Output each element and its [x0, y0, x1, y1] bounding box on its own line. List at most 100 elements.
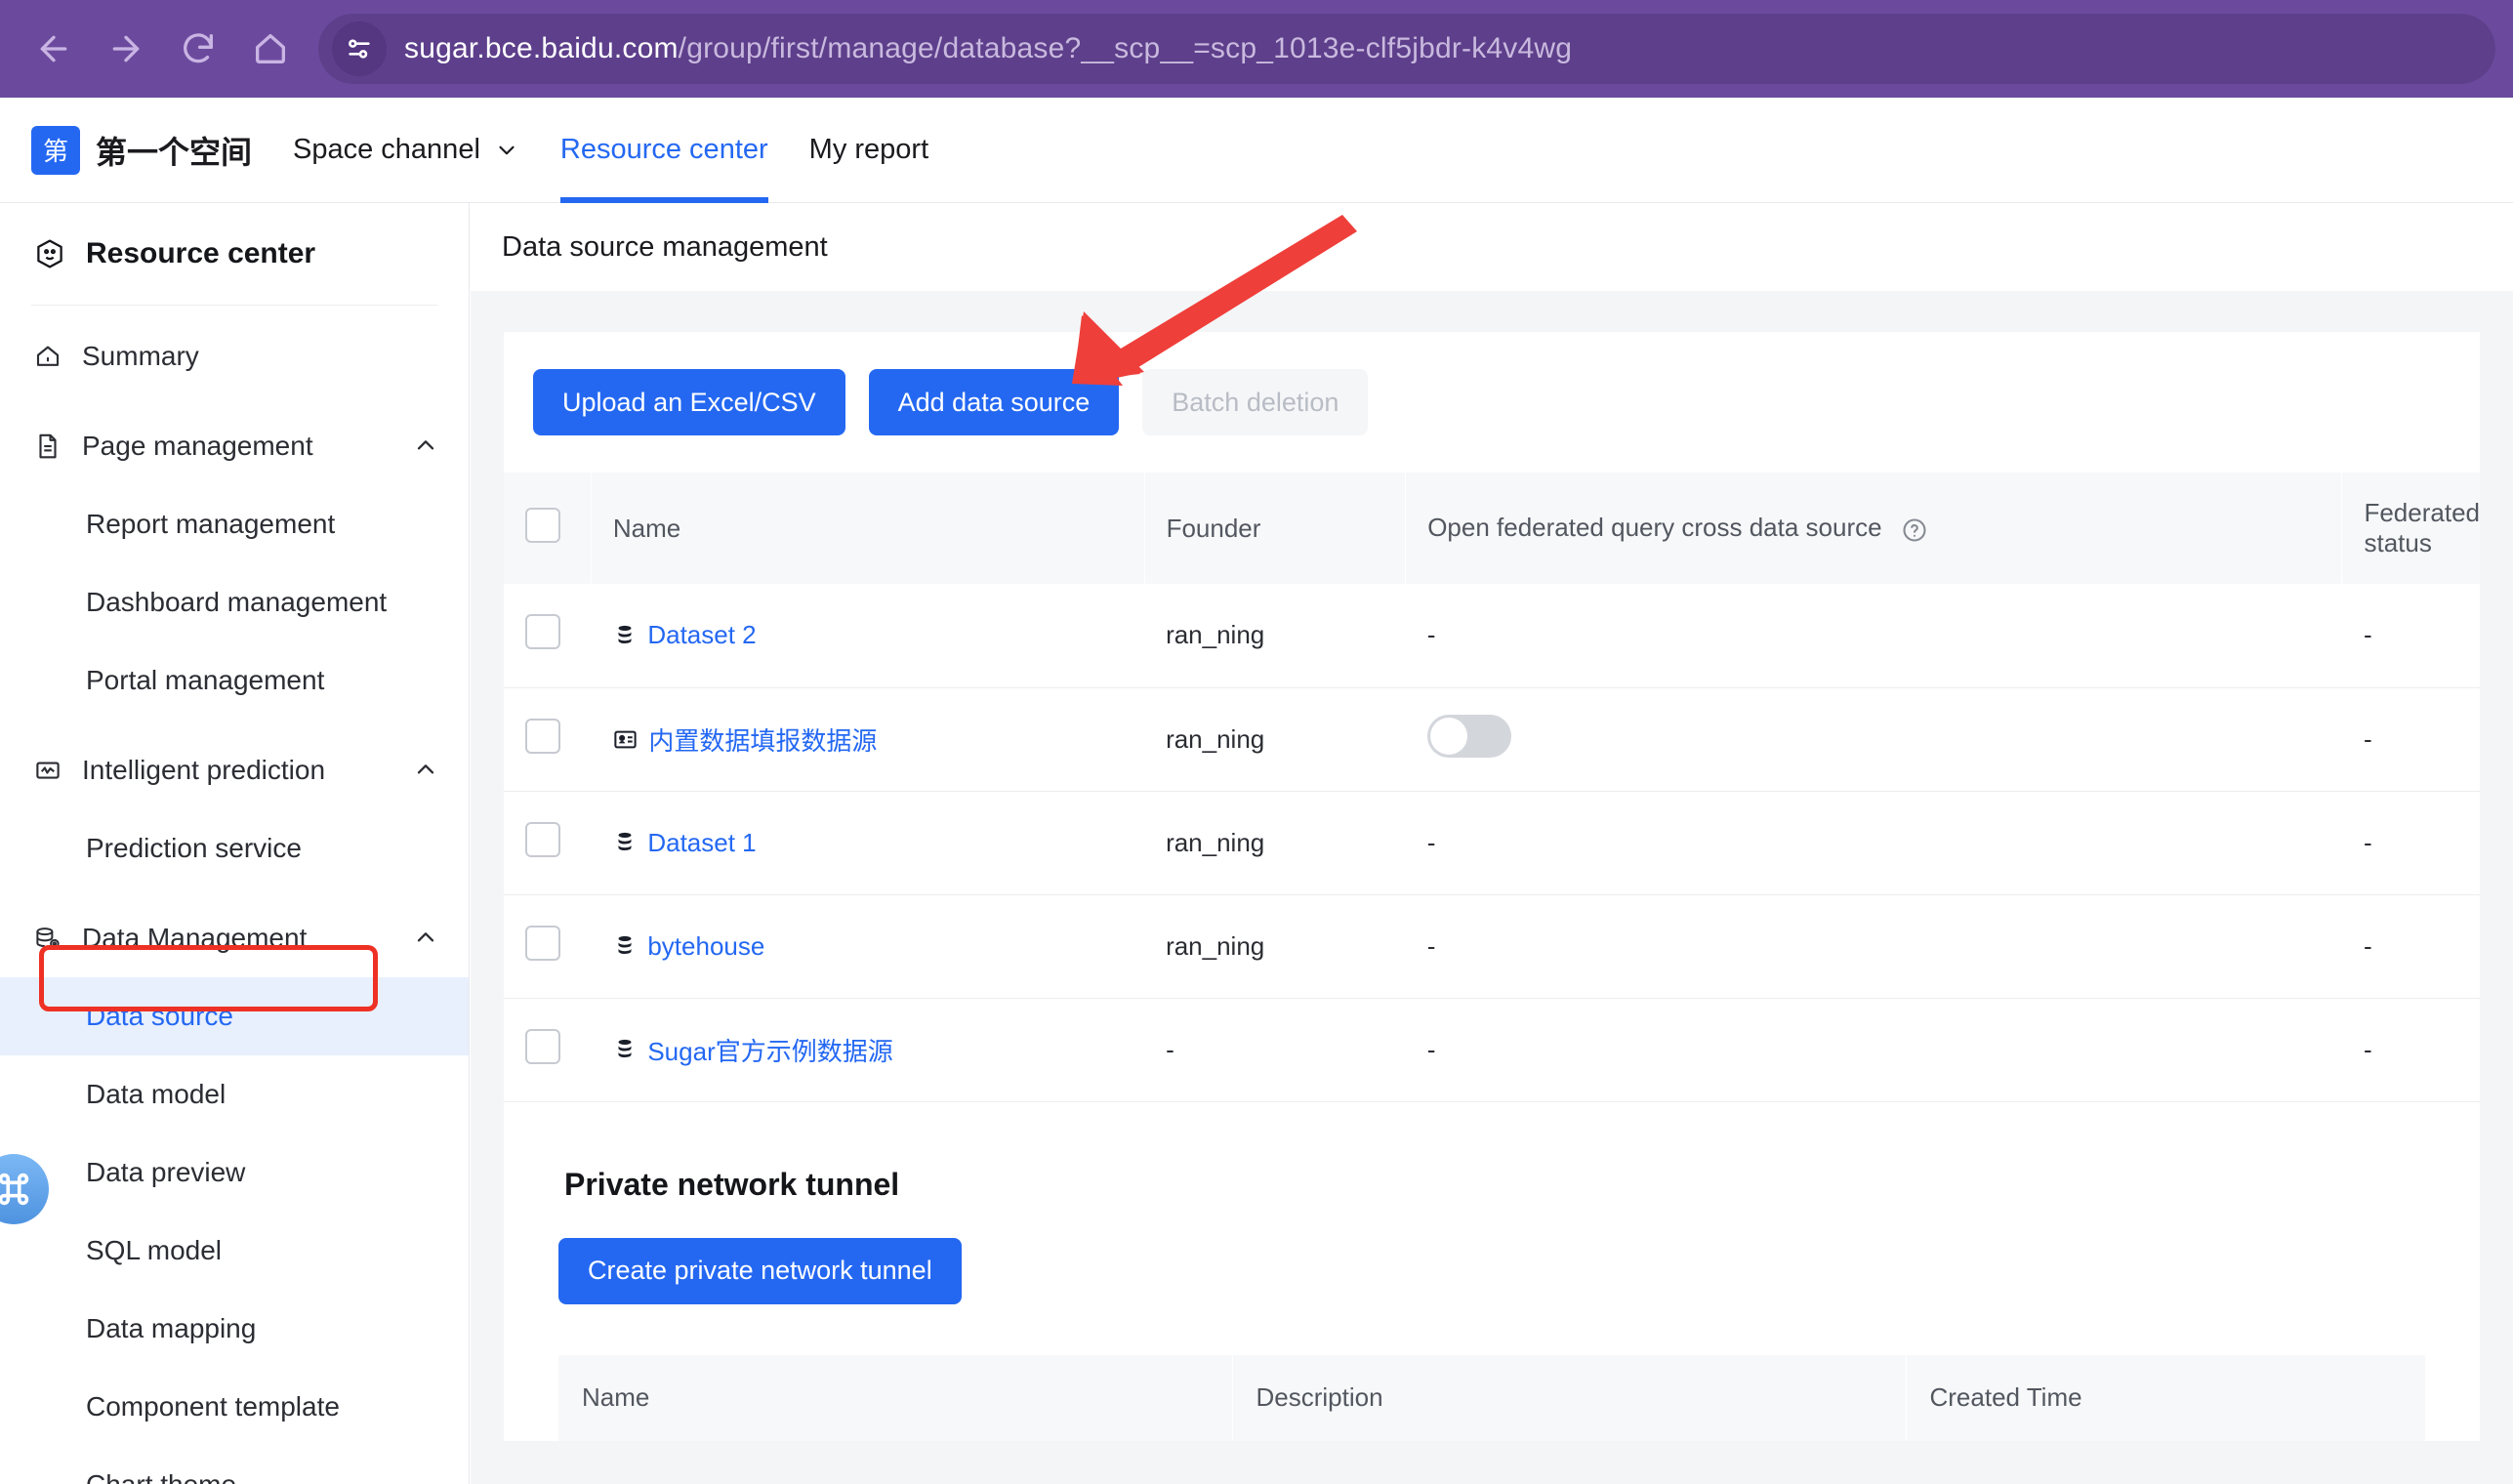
row-checkbox[interactable]: [525, 718, 560, 754]
table-row[interactable]: bytehouse ran_ning - -: [504, 894, 2480, 999]
row-federated-query-cell: -: [1405, 894, 2342, 999]
tunnel-column-header-description: Description: [1232, 1354, 1907, 1441]
prediction-icon: [33, 756, 74, 785]
reload-icon: [179, 29, 218, 68]
row-federated-query-cell: -: [1405, 998, 2342, 1102]
column-header-federated-query: Open federated query cross data source: [1405, 473, 2343, 584]
select-all-header: [504, 473, 592, 584]
tunnel-column-header-created-time: Created Time: [1906, 1354, 2425, 1441]
database-icon: [612, 829, 638, 856]
space-channel-label: Space channel: [293, 134, 480, 165]
row-checkbox[interactable]: [525, 821, 560, 857]
create-private-network-tunnel-button[interactable]: Create private network tunnel: [558, 1237, 962, 1304]
row-founder-cell: ran_ning: [1144, 791, 1406, 895]
sidebar-item-data-model[interactable]: Data model: [0, 1055, 469, 1134]
column-header-name: Name: [591, 473, 1145, 584]
sidebar-item-label: SQL model: [86, 1235, 223, 1265]
upload-excel-csv-button[interactable]: Upload an Excel/CSV: [533, 369, 845, 435]
resource-center-icon: [33, 237, 66, 270]
reload-button[interactable]: [162, 13, 234, 85]
sidebar-item-summary[interactable]: Summary: [0, 317, 469, 395]
chevron-up-icon[interactable]: [412, 925, 439, 952]
row-name-cell: 内置数据填报数据源: [591, 687, 1145, 792]
database-icon: [612, 1036, 638, 1063]
tab-my-report[interactable]: My report: [809, 98, 928, 203]
row-federated-query-cell: -: [1405, 791, 2342, 895]
sidebar-item-sql-model[interactable]: SQL model: [0, 1212, 469, 1290]
select-all-checkbox[interactable]: [525, 507, 560, 543]
sidebar-item-dashboard-management[interactable]: Dashboard management: [0, 563, 469, 641]
table-header-row: Name Founder Open federated query cross …: [504, 473, 2480, 584]
add-data-source-button[interactable]: Add data source: [868, 369, 1120, 435]
sidebar-item-page-management[interactable]: Page management: [0, 407, 469, 485]
database-icon: [612, 622, 638, 649]
tab-resource-center[interactable]: Resource center: [559, 98, 768, 203]
sidebar-item-label: Data preview: [86, 1157, 246, 1187]
database-icon: [612, 932, 638, 960]
data-source-link[interactable]: 内置数据填报数据源: [648, 721, 877, 758]
sidebar-item-prediction-service[interactable]: Prediction service: [0, 809, 469, 887]
sidebar-item-portal-management[interactable]: Portal management: [0, 641, 469, 720]
sidebar-item-data-management[interactable]: Data Management: [0, 899, 469, 977]
table-row[interactable]: Dataset 1 ran_ning - -: [504, 791, 2480, 895]
site-settings-icon[interactable]: [332, 21, 387, 76]
tunnel-table-header-row: Name Description Created Time: [558, 1354, 2425, 1441]
forward-button[interactable]: [90, 13, 162, 85]
column-header-federated-status: Federated status: [2341, 473, 2480, 584]
forward-arrow-icon: [106, 29, 145, 68]
toggle-knob: [1429, 717, 1467, 755]
data-source-link[interactable]: bytehouse: [647, 931, 764, 962]
data-source-link[interactable]: Sugar官方示例数据源: [647, 1032, 892, 1068]
row-federated-status-cell: -: [2341, 998, 2480, 1102]
federated-query-toggle[interactable]: [1426, 714, 1511, 758]
app-header: 第 第一个空间 Space channel Resource center My…: [0, 98, 2513, 203]
data-source-link[interactable]: Dataset 2: [647, 620, 756, 650]
tunnel-column-header-name-label: Name: [582, 1382, 650, 1412]
batch-deletion-button: Batch deletion: [1142, 369, 1369, 435]
tunnel-column-header-created-time-label: Created Time: [1929, 1382, 2082, 1412]
browser-toolbar: sugar.bce.baidu.com/group/first/manage/d…: [0, 0, 2513, 98]
row-checkbox[interactable]: [525, 614, 560, 650]
row-checkbox-cell: [504, 584, 592, 688]
home-button[interactable]: [234, 13, 307, 85]
private-network-tunnel-table: Name Description Created Time: [558, 1354, 2425, 1441]
data-source-toolbar: Upload an Excel/CSV Add data source Batc…: [504, 369, 2480, 435]
data-source-table: Name Founder Open federated query cross …: [504, 473, 2480, 1102]
sidebar-item-label: Intelligent prediction: [82, 755, 326, 785]
table-row[interactable]: 内置数据填报数据源 ran_ning -: [504, 687, 2480, 792]
sidebar-item-label: Portal management: [86, 665, 325, 695]
url-host: sugar.bce.baidu.com: [404, 32, 679, 64]
sidebar-item-chart-theme[interactable]: Chart theme: [0, 1446, 469, 1484]
sidebar-item-data-source[interactable]: Data source: [0, 977, 469, 1055]
sidebar-item-label: Component template: [86, 1391, 340, 1422]
row-checkbox-cell: [504, 687, 592, 792]
address-bar[interactable]: sugar.bce.baidu.com/group/first/manage/d…: [318, 14, 2495, 84]
table-row[interactable]: Sugar官方示例数据源 - - -: [504, 998, 2480, 1102]
back-arrow-icon: [34, 29, 73, 68]
back-button[interactable]: [18, 13, 90, 85]
sidebar-item-intelligent-prediction[interactable]: Intelligent prediction: [0, 731, 469, 809]
table-row[interactable]: Dataset 2 ran_ning - -: [504, 584, 2480, 688]
chevron-up-icon[interactable]: [412, 433, 439, 460]
row-name-cell: bytehouse: [591, 894, 1145, 999]
sidebar-item-label: Dashboard management: [86, 587, 388, 617]
row-federated-status-cell: -: [2341, 584, 2480, 688]
help-circle-icon[interactable]: [1901, 516, 1928, 544]
tab-resource-center-label: Resource center: [559, 134, 768, 165]
sidebar-item-component-template[interactable]: Component template: [0, 1368, 469, 1446]
main-content: Data source management Upload an Excel/C…: [471, 203, 2513, 1484]
data-source-link[interactable]: Dataset 1: [647, 828, 756, 858]
sidebar-item-report-management[interactable]: Report management: [0, 485, 469, 563]
space-channel-menu[interactable]: Space channel: [293, 98, 519, 203]
chevron-up-icon[interactable]: [412, 757, 439, 784]
row-checkbox[interactable]: [525, 925, 560, 961]
url-path: /group/first/manage/database?__scp__=scp…: [678, 32, 1573, 64]
row-name-cell: Dataset 1: [591, 791, 1145, 895]
column-header-founder-label: Founder: [1166, 513, 1261, 543]
row-checkbox[interactable]: [525, 1028, 560, 1064]
sidebar-item-data-mapping[interactable]: Data mapping: [0, 1290, 469, 1368]
home-icon: [33, 342, 74, 371]
row-founder-cell: -: [1144, 998, 1406, 1102]
sidebar-title: Resource center: [0, 203, 469, 305]
sidebar-item-data-preview[interactable]: Data preview: [0, 1134, 469, 1212]
